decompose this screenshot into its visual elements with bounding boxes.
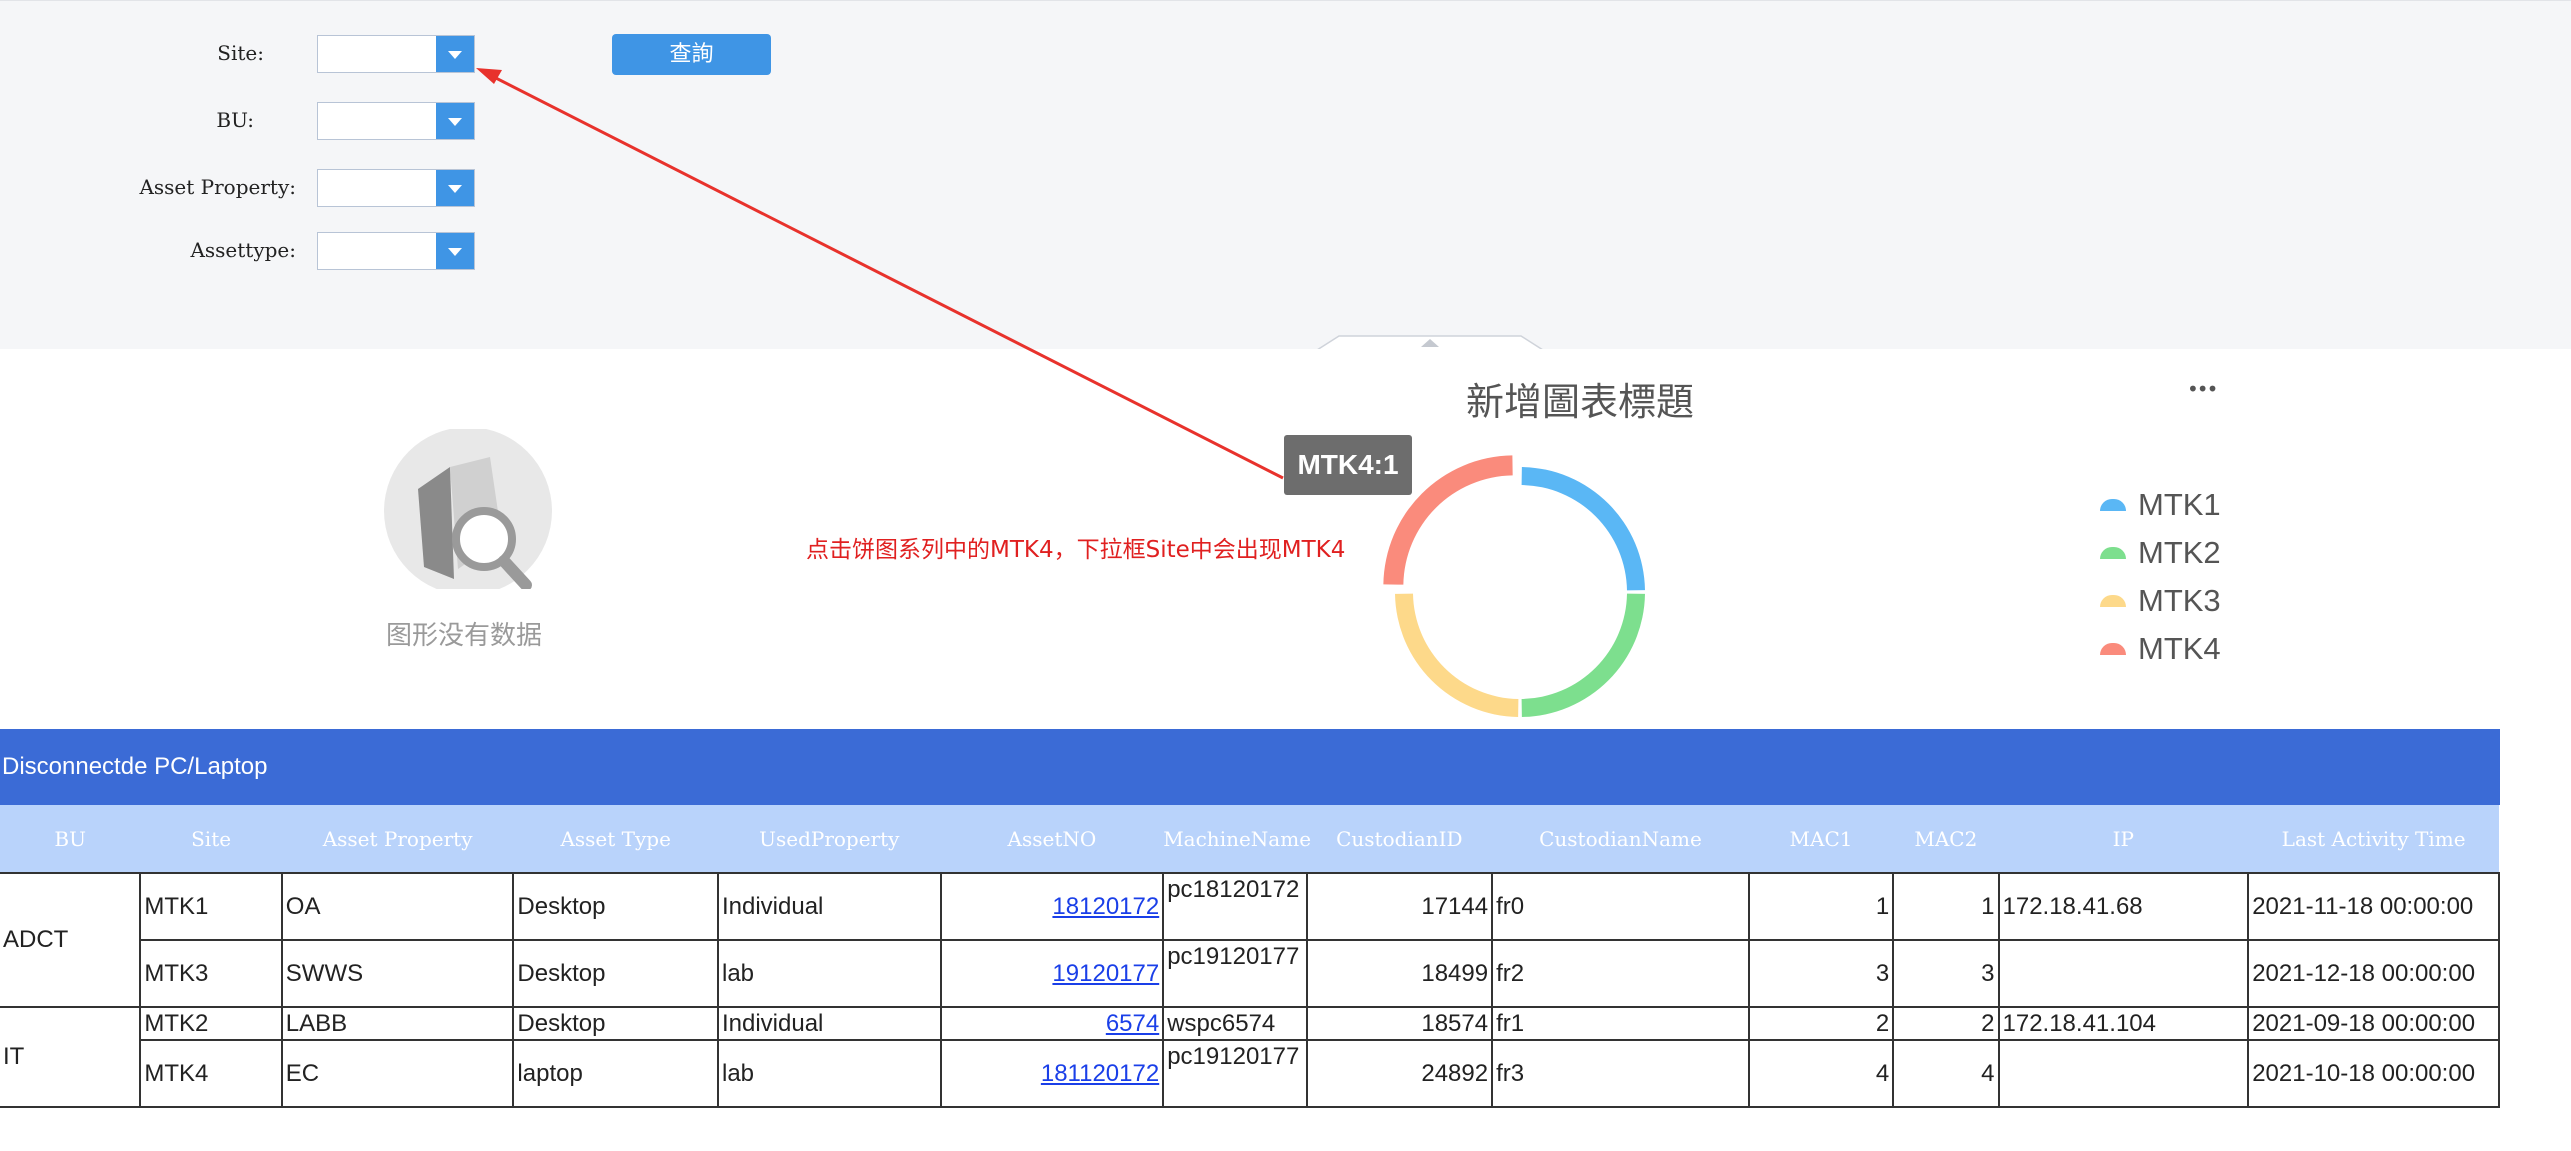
cell-machine-name: pc19120177 [1162, 1039, 1308, 1108]
cell-bu: ADCT [0, 872, 142, 1008]
cell-mac1: 2 [1747, 1006, 1895, 1041]
column-header[interactable]: Asset Type [513, 805, 718, 873]
table-row[interactable]: MTK4 EC laptop lab 181120172 pc19120177 24892 f… [0, 1039, 2500, 1108]
column-header[interactable]: CustodianName [1492, 805, 1749, 873]
column-header[interactable]: Last Activity Time [2248, 805, 2499, 873]
cell-machine-name: pc19120177 [1162, 939, 1308, 1008]
cell-last-activity: 2021-10-18 00:00:00 [2247, 1039, 2500, 1108]
cell-used-property: lab [716, 1039, 942, 1108]
column-header[interactable]: UsedProperty [717, 805, 941, 873]
cell-custodian-name: fr2 [1491, 939, 1750, 1008]
cell-custodian-id: 17144 [1305, 872, 1494, 941]
cell-mac2: 2 [1892, 1006, 2000, 1041]
cell-asset-type: laptop [512, 1039, 719, 1108]
column-header[interactable]: MAC2 [1893, 805, 1999, 873]
column-header[interactable]: MachineName [1163, 805, 1311, 873]
cell-last-activity: 2021-12-18 00:00:00 [2247, 939, 2500, 1008]
cell-mac2: 4 [1892, 1039, 2000, 1108]
cell-asset-property: SWWS [280, 939, 515, 1008]
cell-site: MTK4 [139, 1039, 283, 1108]
asset-no-link[interactable]: 6574 [1106, 1010, 1159, 1037]
cell-last-activity: 2021-11-18 00:00:00 [2247, 872, 2500, 941]
cell-site: MTK2 [139, 1006, 283, 1041]
cell-asset-no[interactable]: 19120177 [939, 939, 1165, 1008]
cell-bu: IT [0, 1006, 142, 1108]
cell-asset-type: Desktop [512, 872, 719, 941]
cell-used-property: Individual [716, 872, 942, 941]
column-header[interactable]: MAC1 [1748, 805, 1894, 873]
cell-ip [1997, 939, 2250, 1008]
cell-used-property: Individual [716, 1006, 942, 1041]
column-header[interactable]: Asset Property [281, 805, 514, 873]
cell-used-property: lab [716, 939, 942, 1008]
cell-custodian-id: 18499 [1305, 939, 1494, 1008]
table-row[interactable]: ADCT MTK1 OA Desktop Individual 18120172 pc181… [0, 872, 2500, 1008]
cell-mac2: 3 [1892, 939, 2000, 1008]
asset-no-link[interactable]: 19120177 [1052, 960, 1159, 987]
disconnected-table-section: Disconnectde PC/Laptop BU Site Asset Prope… [0, 729, 2500, 1108]
cell-asset-type: Desktop [512, 939, 719, 1008]
asset-no-link[interactable]: 18120172 [1052, 893, 1159, 920]
column-header[interactable]: BU [0, 805, 141, 873]
cell-machine-name: wspc6574 [1162, 1006, 1308, 1041]
cell-mac1: 4 [1747, 1039, 1895, 1108]
cell-custodian-name: fr3 [1491, 1039, 1750, 1108]
cell-asset-no[interactable]: 18120172 [939, 872, 1165, 941]
cell-custodian-id: 18574 [1305, 1006, 1494, 1041]
cell-mac1: 1 [1747, 872, 1895, 941]
column-header[interactable]: CustodianID [1306, 805, 1493, 873]
cell-mac1: 3 [1747, 939, 1895, 1008]
annotation-text: 点击饼图系列中的MTK4，下拉框Site中会出现MTK4 [806, 537, 1346, 563]
cell-asset-property: EC [280, 1039, 515, 1108]
cell-asset-no[interactable]: 181120172 [939, 1039, 1165, 1108]
table-row[interactable]: IT MTK2 LABB Desktop Individual 6574 wspc6574 1… [0, 1006, 2500, 1108]
cell-asset-property: LABB [280, 1006, 515, 1041]
cell-ip: 172.18.41.68 [1997, 872, 2250, 941]
column-header[interactable]: IP [1998, 805, 2249, 873]
column-header[interactable]: AssetNO [940, 805, 1164, 873]
cell-site: MTK1 [139, 872, 283, 941]
cell-custodian-name: fr1 [1491, 1006, 1750, 1041]
data-table: BU Site Asset Property Asset Type UsedProper… [0, 805, 2500, 1108]
cell-asset-property: OA [280, 872, 515, 941]
table-row[interactable]: MTK3 SWWS Desktop lab 19120177 pc19120177 1849… [0, 939, 2500, 1008]
cell-asset-no[interactable]: 6574 [939, 1006, 1165, 1041]
cell-ip [1997, 1039, 2250, 1108]
column-header[interactable]: Site [140, 805, 282, 873]
cell-asset-type: Desktop [512, 1006, 719, 1041]
cell-mac2: 1 [1892, 872, 2000, 941]
table-title: Disconnectde PC/Laptop [0, 729, 2500, 805]
cell-site: MTK3 [139, 939, 283, 1008]
cell-last-activity: 2021-09-18 00:00:00 [2247, 1006, 2500, 1041]
cell-ip: 172.18.41.104 [1997, 1006, 2250, 1041]
table-header-row: BU Site Asset Property Asset Type UsedProper… [0, 805, 2499, 873]
cell-custodian-name: fr0 [1491, 872, 1750, 941]
cell-custodian-id: 24892 [1305, 1039, 1494, 1108]
asset-no-link[interactable]: 181120172 [1041, 1060, 1159, 1087]
cell-machine-name: pc18120172 [1162, 872, 1308, 941]
